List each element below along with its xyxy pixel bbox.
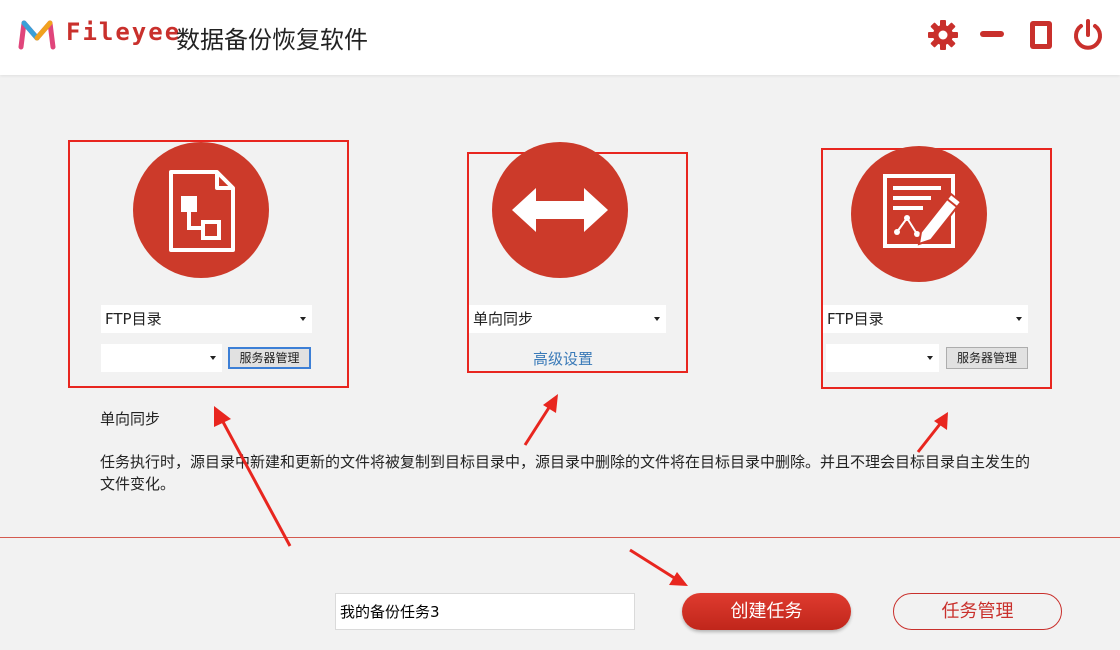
app-title: 数据备份恢复软件 xyxy=(176,26,368,54)
brand-name: Fileyee xyxy=(66,18,182,46)
settings-button[interactable] xyxy=(926,18,960,52)
gear-icon xyxy=(928,20,958,50)
title-bar: Fileyee 数据备份恢复软件 xyxy=(0,0,1120,75)
maximize-icon xyxy=(1030,21,1052,49)
minimize-icon xyxy=(980,31,1004,37)
source-panel: FTP目录 服务器管理 xyxy=(68,140,349,388)
chevron-down-icon xyxy=(921,344,939,372)
sync-icon-button[interactable] xyxy=(492,142,628,278)
fileyee-logo-icon xyxy=(18,20,56,50)
divider xyxy=(0,537,1120,538)
double-arrow-icon xyxy=(512,188,608,232)
sync-mode-value: 单向同步 xyxy=(473,310,534,328)
sync-panel: 单向同步 高级设置 xyxy=(467,142,688,373)
target-server-manage-button[interactable]: 服务器管理 xyxy=(946,347,1028,369)
chevron-down-icon xyxy=(648,305,666,333)
task-name-input[interactable] xyxy=(335,593,635,630)
target-panel: FTP目录 服务器管理 xyxy=(821,146,1052,389)
source-type-value: FTP目录 xyxy=(105,310,162,328)
chevron-down-icon xyxy=(1010,305,1028,333)
source-type-select[interactable]: FTP目录 xyxy=(101,305,312,333)
file-diagram-icon xyxy=(169,170,235,252)
mode-description-title: 单向同步 xyxy=(100,410,161,428)
source-server-select[interactable] xyxy=(101,344,222,372)
close-button[interactable] xyxy=(1071,18,1105,52)
edit-document-icon xyxy=(883,174,963,248)
target-type-value: FTP目录 xyxy=(827,310,884,328)
target-type-select[interactable]: FTP目录 xyxy=(823,305,1028,333)
target-icon-button[interactable] xyxy=(851,146,987,282)
chevron-down-icon xyxy=(204,344,222,372)
source-icon-button[interactable] xyxy=(133,142,269,278)
source-server-manage-button[interactable]: 服务器管理 xyxy=(228,347,311,369)
maximize-button[interactable] xyxy=(1024,18,1058,52)
task-manage-button[interactable]: 任务管理 xyxy=(893,593,1062,630)
advanced-settings-link[interactable]: 高级设置 xyxy=(533,348,593,369)
create-task-button[interactable]: 创建任务 xyxy=(682,593,851,630)
minimize-button[interactable] xyxy=(975,18,1009,52)
sync-mode-select[interactable]: 单向同步 xyxy=(469,305,666,333)
target-server-select[interactable] xyxy=(826,344,939,372)
chevron-down-icon xyxy=(294,305,312,333)
mode-description-text: 任务执行时，源目录中新建和更新的文件将被复制到目标目录中，源目录中删除的文件将在… xyxy=(100,453,1031,493)
power-icon xyxy=(1074,19,1102,50)
